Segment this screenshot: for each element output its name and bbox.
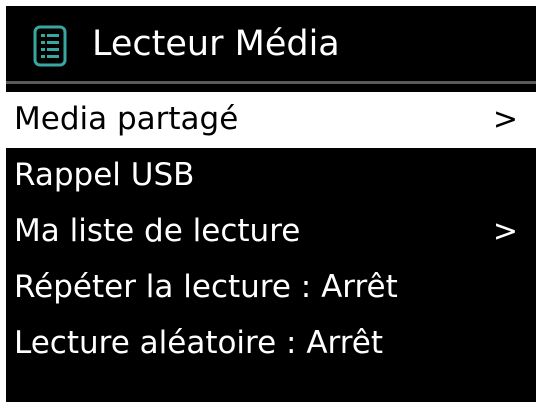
menu-item-media-partage[interactable]: Media partagé >: [6, 92, 536, 148]
menu-item-label: Répéter la lecture : Arrêt: [14, 269, 398, 305]
header-divider: [6, 81, 536, 84]
menu-item-rappel-usb[interactable]: Rappel USB: [6, 148, 536, 204]
menu-item-lecture-aleatoire[interactable]: Lecture aléatoire : Arrêt: [6, 316, 536, 372]
radio-display-screen: Lecteur Média Media partagé > Rappel USB…: [6, 6, 536, 402]
list-icon: [33, 25, 67, 67]
media-player-menu: Media partagé > Rappel USB Ma liste de l…: [6, 92, 536, 372]
chevron-right-icon: >: [492, 102, 518, 137]
page-title: Lecteur Média: [92, 24, 340, 64]
menu-item-label: Lecture aléatoire : Arrêt: [14, 325, 384, 361]
screen-header: Lecteur Média: [6, 6, 536, 80]
menu-item-label: Rappel USB: [14, 157, 195, 193]
menu-item-repeter-la-lecture[interactable]: Répéter la lecture : Arrêt: [6, 260, 536, 316]
chevron-right-icon: >: [492, 214, 518, 249]
menu-item-ma-liste-de-lecture[interactable]: Ma liste de lecture >: [6, 204, 536, 260]
menu-item-label: Media partagé: [14, 101, 239, 137]
menu-item-label: Ma liste de lecture: [14, 213, 301, 249]
